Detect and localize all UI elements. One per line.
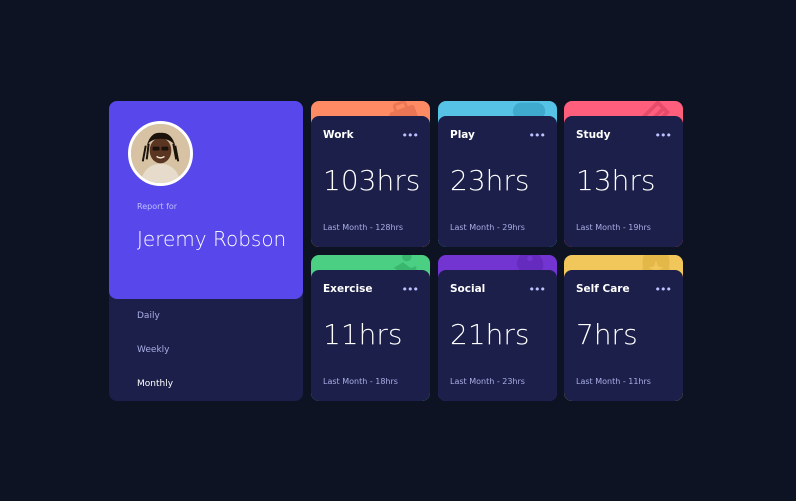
period-weekly[interactable]: Weekly <box>137 345 169 355</box>
card-work[interactable]: Work ••• 103hrs Last Month - 128hrs <box>311 101 430 247</box>
previous-hours: Last Month - 18hrs <box>323 377 398 386</box>
card-exercise[interactable]: Exercise ••• 11hrs Last Month - 18hrs <box>311 255 430 401</box>
current-hours: 11hrs <box>323 318 403 351</box>
card-social-body: Social ••• 21hrs Last Month - 23hrs <box>438 270 557 401</box>
previous-hours: Last Month - 29hrs <box>450 223 525 232</box>
period-monthly[interactable]: Monthly <box>137 379 173 389</box>
card-title: Self Care <box>576 283 630 295</box>
current-hours: 23hrs <box>450 164 530 197</box>
card-self-care[interactable]: Self Care ••• 7hrs Last Month - 11hrs <box>564 255 683 401</box>
previous-hours: Last Month - 19hrs <box>576 223 651 232</box>
current-hours: 21hrs <box>450 318 530 351</box>
current-hours: 7hrs <box>576 318 638 351</box>
ellipsis-icon[interactable]: ••• <box>529 283 546 296</box>
previous-hours: Last Month - 11hrs <box>576 377 651 386</box>
card-title: Exercise <box>323 283 373 295</box>
card-title: Social <box>450 283 486 295</box>
card-play[interactable]: Play ••• 23hrs Last Month - 29hrs <box>438 101 557 247</box>
card-work-body: Work ••• 103hrs Last Month - 128hrs <box>311 116 430 247</box>
period-daily[interactable]: Daily <box>137 311 160 321</box>
card-study-body: Study ••• 13hrs Last Month - 19hrs <box>564 116 683 247</box>
ellipsis-icon[interactable]: ••• <box>655 129 672 142</box>
current-hours: 103hrs <box>323 164 421 197</box>
current-hours: 13hrs <box>576 164 656 197</box>
card-self-care-body: Self Care ••• 7hrs Last Month - 11hrs <box>564 270 683 401</box>
ellipsis-icon[interactable]: ••• <box>529 129 546 142</box>
ellipsis-icon[interactable]: ••• <box>402 283 419 296</box>
profile-header: Report for Jeremy Robson <box>109 101 303 299</box>
report-for-label: Report for <box>137 202 178 211</box>
card-title: Play <box>450 129 475 141</box>
avatar-image <box>131 124 190 183</box>
user-name: Jeremy Robson <box>137 227 287 251</box>
card-play-body: Play ••• 23hrs Last Month - 29hrs <box>438 116 557 247</box>
profile-panel: Report for Jeremy Robson Daily Weekly Mo… <box>109 101 303 401</box>
card-social[interactable]: Social ••• 21hrs Last Month - 23hrs <box>438 255 557 401</box>
card-study[interactable]: Study ••• 13hrs Last Month - 19hrs <box>564 101 683 247</box>
ellipsis-icon[interactable]: ••• <box>655 283 672 296</box>
card-title: Work <box>323 129 354 141</box>
card-exercise-body: Exercise ••• 11hrs Last Month - 18hrs <box>311 270 430 401</box>
avatar <box>128 121 193 186</box>
previous-hours: Last Month - 128hrs <box>323 223 404 232</box>
card-title: Study <box>576 129 611 141</box>
ellipsis-icon[interactable]: ••• <box>402 129 419 142</box>
previous-hours: Last Month - 23hrs <box>450 377 525 386</box>
